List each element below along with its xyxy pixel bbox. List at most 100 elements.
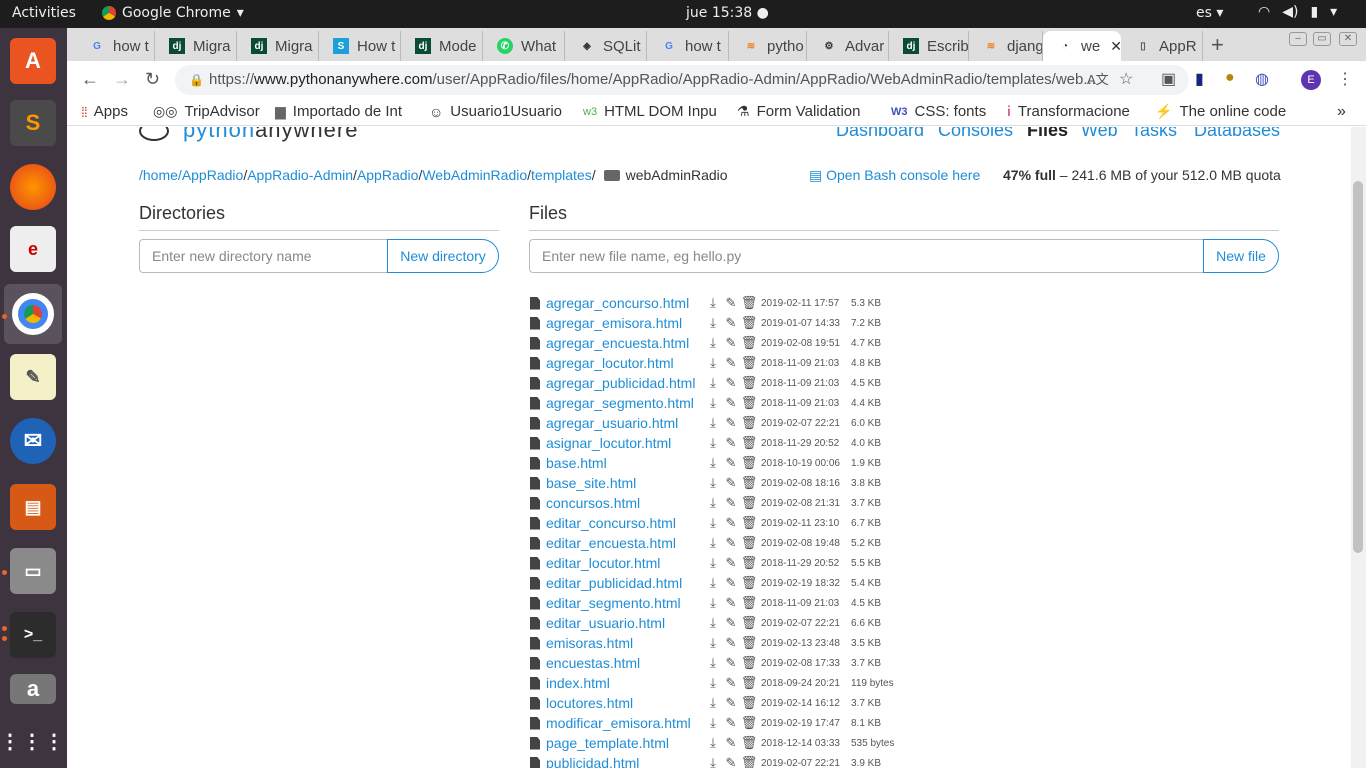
more-bookmarks-icon[interactable]: » [1337,103,1346,121]
download-icon[interactable]: ⤓ [704,375,722,391]
extension-icon[interactable]: ◍ [1255,69,1269,89]
trash-icon[interactable]: 🗑 [740,635,758,651]
trash-icon[interactable]: 🗑 [740,735,758,751]
clock[interactable]: jue 15:38 ● [686,5,769,21]
download-icon[interactable]: ⤓ [704,415,722,431]
file-name-link[interactable]: index.html [546,675,704,691]
trash-icon[interactable]: 🗑 [740,535,758,551]
trash-icon[interactable]: 🗑 [740,335,758,351]
file-name-link[interactable]: editar_publicidad.html [546,575,704,591]
tab[interactable]: ✆ What [483,31,565,61]
activities-button[interactable]: Activities [12,5,76,21]
breadcrumb-link[interactable]: WebAdminRadio [422,167,527,183]
bookmark-item[interactable]: w3 HTML DOM Inpu [583,103,719,120]
amazon-icon[interactable]: a [10,674,56,704]
edit-icon[interactable]: ✎ [722,715,740,731]
trash-icon[interactable]: 🗑 [740,375,758,391]
edit-icon[interactable]: ✎ [722,535,740,551]
download-icon[interactable]: ⤓ [704,675,722,691]
edit-icon[interactable]: ✎ [722,355,740,371]
bookmark-item[interactable]: ⅰ Transformacione [1007,103,1135,120]
sublime-text-icon[interactable]: S [10,100,56,146]
file-name-link[interactable]: agregar_encuesta.html [546,335,704,351]
site-logo[interactable]: pythonanywhere [139,127,358,143]
cookie-icon[interactable]: ● [1225,69,1235,87]
file-name-link[interactable]: concursos.html [546,495,704,511]
system-tray[interactable]: ◠ ◀) ▮ ▾ [1258,4,1337,20]
edit-icon[interactable]: ✎ [722,555,740,571]
download-icon[interactable]: ⤓ [704,455,722,471]
address-bar[interactable]: 🔒 https://www.pythonanywhere.com/user/Ap… [175,65,1189,95]
new-file-input[interactable]: Enter new file name, eg hello.py [529,239,1205,273]
tab[interactable]: ⚙ Advar [807,31,889,61]
breadcrumb-link[interactable]: AppRadio [357,167,419,183]
edit-icon[interactable]: ✎ [722,455,740,471]
breadcrumb-link[interactable]: AppRadio [182,167,244,183]
tab[interactable]: ◈ SQLit [565,31,647,61]
bookmark-item[interactable]: ⚗ Form Validation [737,103,861,120]
download-icon[interactable]: ⤓ [704,335,722,351]
extension-icon[interactable]: ▮ [1195,69,1204,89]
new-directory-button[interactable]: New directory [387,239,499,273]
chrome-launcher-icon[interactable] [4,284,62,344]
terminal-icon[interactable]: >_ [10,612,56,658]
download-icon[interactable]: ⤓ [704,555,722,571]
trash-icon[interactable]: 🗑 [740,415,758,431]
bookmark-item[interactable]: ▆ Importado de Int [275,103,411,120]
nav-web[interactable]: Web [1081,127,1118,141]
close-icon[interactable]: ✕ [1110,38,1121,55]
trash-icon[interactable]: 🗑 [740,555,758,571]
edit-icon[interactable]: ✎ [722,595,740,611]
bookmark-item[interactable]: ☺ Usuario1Usuario [429,103,565,120]
minimize-icon[interactable]: – [1289,32,1307,46]
download-icon[interactable]: ⤓ [704,475,722,491]
download-icon[interactable]: ⤓ [704,695,722,711]
trash-icon[interactable]: 🗑 [740,475,758,491]
download-icon[interactable]: ⤓ [704,295,722,311]
file-name-link[interactable]: page_template.html [546,735,704,751]
bookmark-item[interactable]: W3 CSS: fonts [891,103,986,120]
file-name-link[interactable]: encuestas.html [546,655,704,671]
trash-icon[interactable]: 🗑 [740,575,758,591]
file-name-link[interactable]: modificar_emisora.html [546,715,704,731]
download-icon[interactable]: ⤓ [704,615,722,631]
tab[interactable]: Ghow t [647,31,729,61]
edit-icon[interactable]: ✎ [722,295,740,311]
menu-icon[interactable]: ⋮ [1337,69,1353,89]
file-name-link[interactable]: agregar_usuario.html [546,415,704,431]
new-tab-icon[interactable]: + [1211,32,1224,58]
new-file-button[interactable]: New file [1203,239,1279,273]
download-icon[interactable]: ⤓ [704,715,722,731]
text-editor-icon[interactable]: ✎ [10,354,56,400]
bookmark-item[interactable]: ⁞⁞ Apps [81,103,128,120]
download-icon[interactable]: ⤓ [704,435,722,451]
file-name-link[interactable]: base.html [546,455,704,471]
star-icon[interactable]: ☆ [1119,69,1133,89]
file-name-link[interactable]: agregar_publicidad.html [546,375,704,391]
trash-icon[interactable]: 🗑 [740,715,758,731]
trash-icon[interactable]: 🗑 [740,675,758,691]
file-name-link[interactable]: editar_usuario.html [546,615,704,631]
download-icon[interactable]: ⤓ [704,495,722,511]
edit-icon[interactable]: ✎ [722,655,740,671]
avatar[interactable]: E [1301,70,1321,90]
window-close-icon[interactable]: ✕ [1339,32,1357,46]
firefox-icon[interactable] [10,164,56,210]
download-icon[interactable]: ⤓ [704,635,722,651]
tab[interactable]: dj Migra [155,31,237,61]
nav-tasks[interactable]: Tasks [1131,127,1177,141]
forward-icon[interactable]: → [113,69,131,90]
tab[interactable]: ≋ djang [969,31,1043,61]
breadcrumb-link[interactable]: /home/ [139,167,182,183]
download-icon[interactable]: ⤓ [704,315,722,331]
edit-icon[interactable]: ✎ [722,435,740,451]
trash-icon[interactable]: 🗑 [740,655,758,671]
scrollbar-thumb[interactable] [1353,181,1363,553]
edit-icon[interactable]: ✎ [722,735,740,751]
download-icon[interactable]: ⤓ [704,355,722,371]
trash-icon[interactable]: 🗑 [740,455,758,471]
nav-dashboard[interactable]: Dashboard [836,127,924,141]
file-name-link[interactable]: agregar_concurso.html [546,295,704,311]
edit-icon[interactable]: ✎ [722,635,740,651]
tab[interactable]: dj Mode [401,31,483,61]
